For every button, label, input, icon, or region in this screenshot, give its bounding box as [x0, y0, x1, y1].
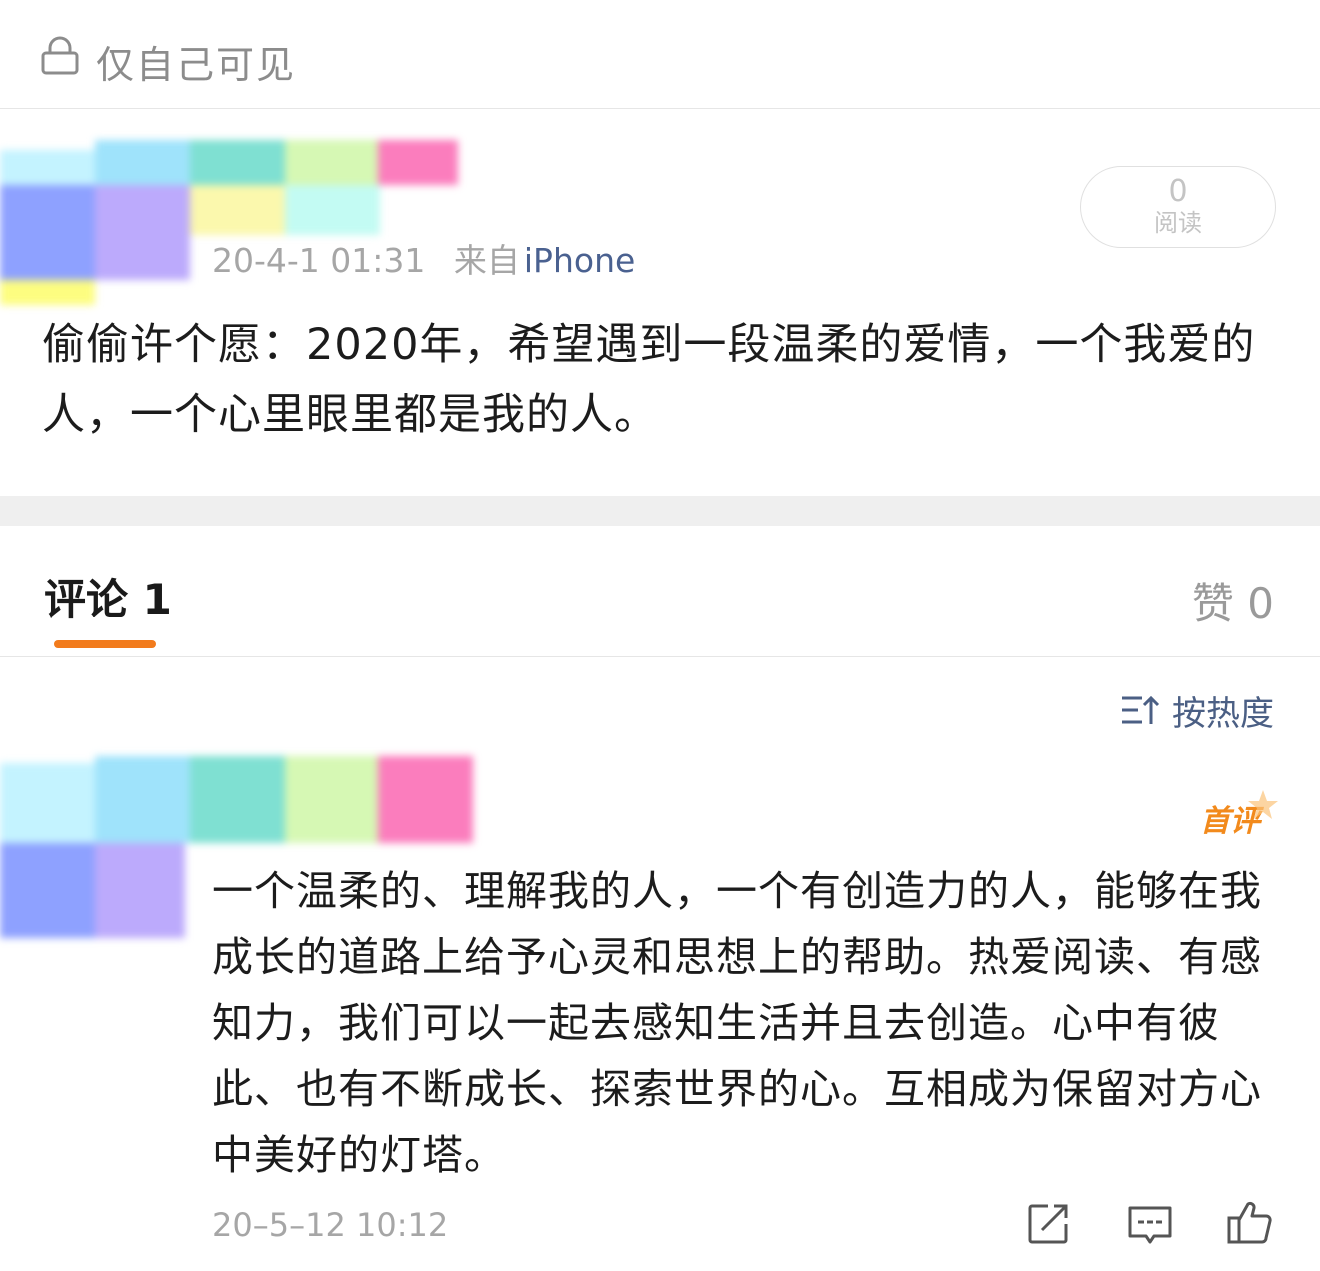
share-icon[interactable] — [1024, 1200, 1072, 1248]
post-meta: 20-4-1 01:31 来自 iPhone — [212, 234, 635, 282]
privacy-label: 仅自己可见 — [96, 43, 297, 87]
comment-text: 一个温柔的、理解我的人，一个有创造力的人，能够在我成长的道路上给予心灵和思想上的… — [212, 867, 1262, 1179]
lock-icon — [41, 36, 79, 75]
post-source-device[interactable]: iPhone — [524, 241, 635, 280]
comment-icon[interactable] — [1126, 1200, 1174, 1248]
tab-active-indicator — [54, 640, 156, 648]
privacy-bar: 仅自己可见 — [0, 0, 1320, 109]
read-count-pill[interactable]: 0 阅读 — [1080, 166, 1276, 248]
post-author-mosaic[interactable] — [0, 130, 480, 310]
sort-label: 按热度 — [1172, 693, 1274, 734]
badge-star-icon — [1248, 790, 1278, 819]
comment-time: 20–5–12 10:12 — [212, 1206, 449, 1244]
sort-button[interactable]: 按热度 — [1120, 688, 1274, 734]
like-icon[interactable] — [1226, 1198, 1274, 1246]
tab-divider — [0, 656, 1320, 657]
tab-likes[interactable]: 赞 0 — [1192, 570, 1274, 631]
post-source-prefix: 来自 — [453, 241, 520, 280]
read-label: 阅读 — [1154, 209, 1202, 237]
tab-comments[interactable]: 评论 1 — [44, 566, 172, 627]
sort-icon — [1122, 695, 1160, 724]
read-count: 0 — [1168, 174, 1188, 209]
section-divider — [0, 496, 1320, 526]
post-text: 偷偷许个愿：2020年，希望遇到一段温柔的爱情，一个我爱的人，一个心里眼里都是我… — [42, 320, 1256, 440]
post-time: 20-4-1 01:31 — [212, 241, 426, 280]
